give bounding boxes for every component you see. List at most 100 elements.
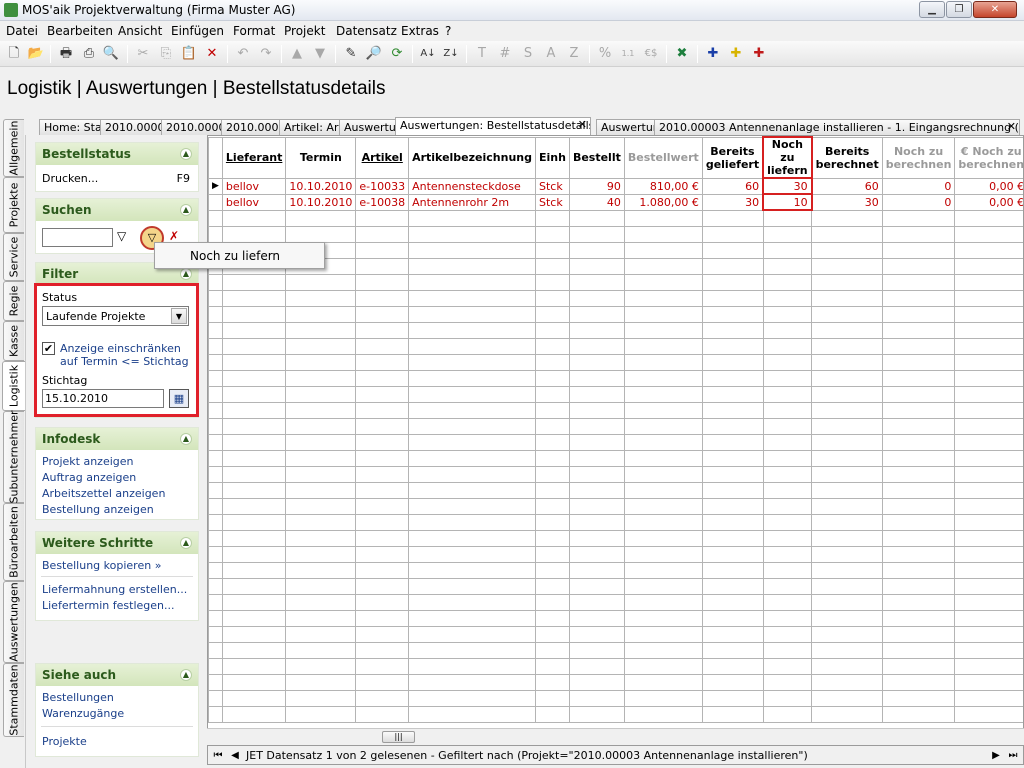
scrollbar-thumb[interactable]: ||| — [382, 731, 415, 743]
cell-bereits-geliefert[interactable] — [701, 209, 764, 227]
cell-bereits-geliefert[interactable] — [701, 593, 764, 611]
cell-noch-zu-liefern[interactable]: 10 — [762, 193, 813, 211]
sort-descending-icon[interactable]: Z↓ — [441, 44, 461, 64]
cell-termin[interactable] — [285, 433, 357, 451]
cell-bereits-geliefert[interactable] — [701, 481, 764, 499]
cell-noch-zu-berechnen[interactable] — [881, 417, 956, 435]
cell-artikel[interactable] — [355, 417, 410, 435]
cell-eur-noch-zu-berechnen[interactable] — [954, 321, 1023, 339]
cell-bereits-geliefert[interactable] — [701, 545, 764, 563]
cell-bereits-geliefert[interactable] — [701, 513, 764, 531]
cell-bestellt[interactable] — [568, 657, 625, 675]
cell-lieferant[interactable] — [221, 401, 287, 419]
cell-eur-noch-zu-berechnen[interactable]: 0,00 € — [954, 193, 1023, 211]
cell-eur-noch-zu-berechnen[interactable] — [954, 609, 1023, 627]
cell-noch-zu-liefern[interactable] — [762, 385, 813, 403]
cell-eur-noch-zu-berechnen[interactable] — [954, 673, 1023, 691]
cell-artikelbezeichnung[interactable] — [408, 449, 536, 467]
cell-lieferant[interactable] — [221, 625, 287, 643]
cell-bereits-berechnet[interactable] — [811, 369, 883, 387]
row-indicator[interactable] — [208, 401, 223, 419]
row-indicator[interactable] — [208, 225, 223, 243]
cell-artikelbezeichnung[interactable] — [408, 545, 536, 563]
cell-noch-zu-berechnen[interactable] — [881, 273, 956, 291]
move-down-icon[interactable]: ▼ — [310, 44, 330, 64]
col-noch-zu-liefern[interactable]: Noch zu liefern — [762, 136, 813, 179]
cell-einh[interactable] — [534, 481, 570, 499]
row-indicator[interactable] — [208, 417, 223, 435]
cell-bereits-geliefert[interactable] — [701, 289, 764, 307]
cell-eur-noch-zu-berechnen[interactable] — [954, 289, 1023, 307]
cell-artikel[interactable] — [355, 257, 410, 275]
cell-noch-zu-liefern[interactable] — [762, 353, 813, 371]
cell-artikel[interactable] — [355, 433, 410, 451]
cell-bestellt[interactable] — [568, 705, 625, 723]
row-indicator[interactable] — [208, 385, 223, 403]
cell-einh[interactable] — [534, 321, 570, 339]
row-indicator[interactable]: ▶ — [208, 177, 223, 195]
cell-lieferant[interactable] — [221, 593, 287, 611]
cell-eur-noch-zu-berechnen[interactable] — [954, 401, 1023, 419]
cell-termin[interactable] — [285, 545, 357, 563]
cell-eur-noch-zu-berechnen[interactable] — [954, 593, 1023, 611]
cell-artikel[interactable] — [355, 273, 410, 291]
cell-eur-noch-zu-berechnen[interactable] — [954, 513, 1023, 531]
panel-header[interactable]: Suchen ▲ — [36, 199, 198, 221]
cell-artikelbezeichnung[interactable] — [408, 513, 536, 531]
cell-bestellt[interactable] — [568, 209, 625, 227]
cell-termin[interactable] — [285, 673, 357, 691]
cell-artikelbezeichnung[interactable] — [408, 561, 536, 579]
menu-format[interactable]: Format — [233, 24, 275, 38]
cell-bereits-berechnet[interactable] — [811, 433, 883, 451]
row-indicator[interactable] — [208, 577, 223, 595]
cell-bestellwert[interactable] — [623, 401, 703, 419]
doc-tab-bestellstatusdetails[interactable]: Auswertungen: Bestellstatusdetails ✕ — [395, 117, 591, 135]
cell-artikel[interactable]: e-10033 — [355, 177, 410, 195]
cell-lieferant[interactable] — [221, 417, 287, 435]
print-link[interactable]: Drucken... — [42, 172, 98, 185]
vtab-logistik[interactable]: Logistik — [2, 361, 25, 411]
col-noch-zu-berechnen[interactable]: Noch zu berechnen — [881, 136, 956, 179]
cell-noch-zu-berechnen[interactable] — [881, 401, 956, 419]
cell-bereits-geliefert[interactable] — [701, 273, 764, 291]
cell-bestellwert[interactable] — [623, 529, 703, 547]
cell-artikel[interactable] — [355, 657, 410, 675]
cell-noch-zu-liefern[interactable] — [762, 209, 813, 227]
cell-noch-zu-liefern[interactable] — [762, 545, 813, 563]
filter-icon[interactable]: ▽ — [117, 229, 137, 247]
cell-bereits-geliefert[interactable] — [701, 241, 764, 259]
puzzle-red-icon[interactable]: ✚ — [749, 44, 769, 64]
cell-eur-noch-zu-berechnen[interactable] — [954, 225, 1023, 243]
text-format-icon[interactable]: T — [472, 44, 492, 64]
cell-bereits-berechnet[interactable] — [811, 465, 883, 483]
row-indicator[interactable] — [208, 545, 223, 563]
cell-bestellt[interactable] — [568, 417, 625, 435]
cell-bereits-berechnet[interactable] — [811, 481, 883, 499]
cell-bestellwert[interactable]: 810,00 € — [623, 177, 703, 195]
calendar-icon[interactable]: ▦ — [169, 389, 189, 408]
row-indicator[interactable] — [208, 337, 223, 355]
cell-bestellt[interactable] — [568, 401, 625, 419]
cell-lieferant[interactable] — [221, 705, 287, 723]
new-icon[interactable]: 🗋 — [4, 44, 24, 64]
cell-artikel[interactable] — [355, 401, 410, 419]
sort-ascending-icon[interactable]: A↓ — [418, 44, 438, 64]
cell-bereits-geliefert[interactable] — [701, 465, 764, 483]
menu-ansicht[interactable]: Ansicht — [118, 24, 162, 38]
cell-termin[interactable] — [285, 337, 357, 355]
cell-bestellt[interactable] — [568, 353, 625, 371]
vtab-service[interactable]: Service — [3, 233, 24, 281]
cell-artikelbezeichnung[interactable] — [408, 273, 536, 291]
cell-artikel[interactable] — [355, 705, 410, 723]
cell-bereits-geliefert[interactable] — [701, 433, 764, 451]
link-projekte[interactable]: Projekte — [42, 735, 87, 748]
cell-termin[interactable] — [285, 321, 357, 339]
doc-tab-project-1[interactable]: 2010.0000 — [100, 119, 162, 135]
search-input[interactable] — [42, 228, 113, 247]
col-artikel[interactable]: Artikel — [355, 136, 410, 179]
link-arbeitszettel-anzeigen[interactable]: Arbeitszettel anzeigen — [42, 487, 165, 500]
cell-noch-zu-liefern[interactable] — [762, 321, 813, 339]
cell-bestellt[interactable] — [568, 305, 625, 323]
cell-eur-noch-zu-berechnen[interactable] — [954, 209, 1023, 227]
cell-bereits-berechnet[interactable] — [811, 257, 883, 275]
